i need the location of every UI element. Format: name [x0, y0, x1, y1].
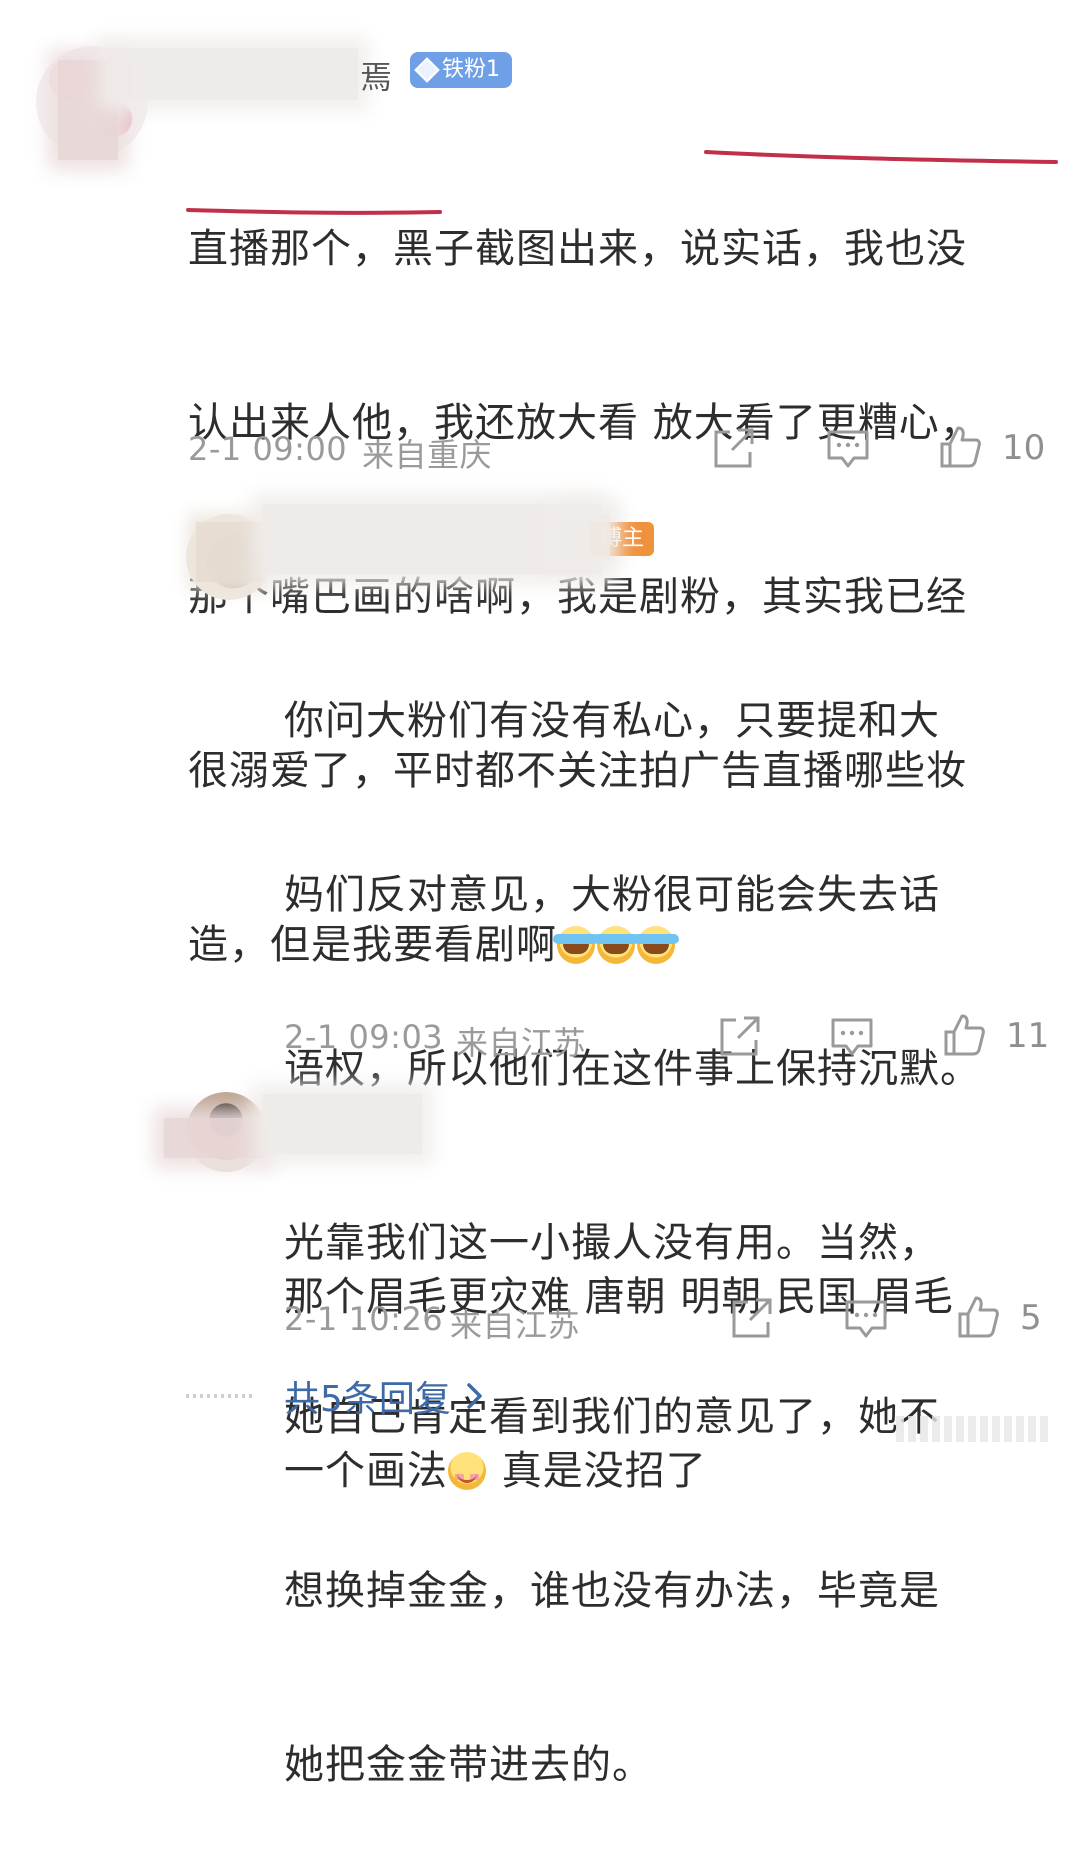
comment-line: 妈们反对意见，大粉很可能会失去话: [284, 872, 940, 918]
comment-location: 来自江苏: [450, 1306, 581, 1344]
censor-blur: [262, 1094, 422, 1154]
like-count: 10: [1002, 428, 1046, 468]
annotation-underline: [186, 150, 1058, 215]
comment-text: 那个眉毛更灾难 唐朝 明朝 民国 眉毛 一个画法 真是没招了: [284, 1152, 954, 1558]
comment-line: 你问大粉们有没有私心，只要提和大: [284, 698, 940, 744]
like-icon[interactable]: [938, 424, 982, 468]
comment-line: 她把金金带进去的。: [284, 1742, 653, 1788]
comment-line: 一个画法 真是没招了: [284, 1448, 707, 1494]
censor-blur: [560, 514, 610, 560]
like-count: 11: [1006, 1016, 1050, 1056]
more-replies-label: 共5条回复: [284, 1379, 451, 1420]
share-icon[interactable]: [712, 426, 756, 470]
comment-time: 2-1 09:00: [188, 430, 348, 468]
share-icon[interactable]: [730, 1296, 774, 1340]
censor-blur: [164, 1118, 264, 1158]
share-icon[interactable]: [718, 1014, 762, 1058]
watermark: [896, 1416, 1052, 1442]
more-replies-link[interactable]: 共5条回复: [284, 1370, 485, 1422]
smile-emoji: [448, 1452, 486, 1490]
comment-time: 2-1 09:03: [284, 1018, 444, 1056]
censor-blur: [262, 504, 602, 574]
like-icon[interactable]: [942, 1012, 986, 1056]
comment-time: 2-1 10:26: [284, 1300, 444, 1338]
divider-dots: [186, 1394, 252, 1398]
like-count: 5: [1020, 1298, 1042, 1338]
comment-icon[interactable]: [826, 428, 870, 472]
comment-icon[interactable]: [844, 1298, 888, 1342]
chevron-right-icon: [467, 1383, 482, 1409]
comment-icon[interactable]: [830, 1016, 874, 1060]
censor-blur: [196, 522, 262, 582]
like-icon[interactable]: [956, 1294, 1000, 1338]
comment-location: 来自重庆: [362, 436, 493, 474]
comment-line: 想换掉金金，谁也没有办法，毕竟是: [284, 1568, 940, 1614]
comment-location: 来自江苏: [456, 1024, 587, 1062]
